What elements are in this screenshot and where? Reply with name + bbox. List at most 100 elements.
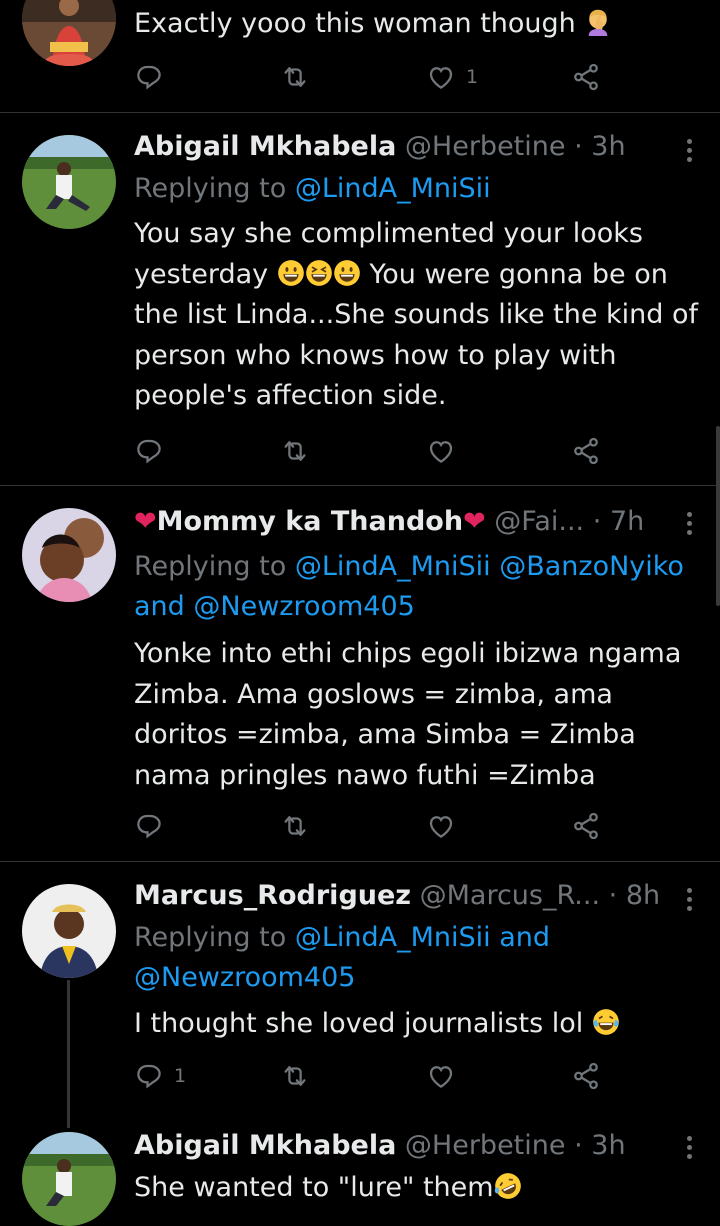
- reply-icon: [134, 436, 164, 466]
- laughing-emoji-icon: [305, 259, 333, 287]
- and-label: and: [499, 922, 551, 953]
- more-icon: [686, 139, 692, 144]
- tweet-text: She wanted to "lure" them: [134, 1172, 494, 1203]
- like-icon: [426, 436, 456, 466]
- more-options-button[interactable]: [684, 139, 694, 166]
- grinning-emoji-icon: [333, 259, 361, 287]
- grinning-emoji-icon: [277, 259, 305, 287]
- like-button[interactable]: [426, 433, 456, 469]
- retweet-icon: [280, 62, 310, 92]
- like-button[interactable]: [426, 808, 456, 844]
- tweet-1[interactable]: Abigail Mkhabela @Herbetine · 3h Replyin…: [0, 113, 720, 485]
- share-icon: [571, 436, 601, 466]
- share-button[interactable]: [571, 1058, 601, 1094]
- mention-link[interactable]: @Newzroom405: [193, 591, 414, 622]
- avatar[interactable]: [22, 135, 116, 229]
- avatar[interactable]: [22, 0, 116, 66]
- share-icon: [571, 1061, 601, 1091]
- display-name[interactable]: Abigail Mkhabela: [134, 1130, 396, 1161]
- avatar-image: [22, 1132, 116, 1226]
- replying-to-label: Replying to: [134, 922, 287, 953]
- facepalm-emoji-icon: [584, 8, 612, 36]
- heart-emoji-icon: ❤: [463, 506, 486, 537]
- retweet-button[interactable]: [280, 808, 310, 844]
- retweet-icon: [280, 436, 310, 466]
- user-handle[interactable]: @Herbetine: [405, 131, 566, 162]
- reply-button[interactable]: [134, 59, 174, 95]
- more-options-button[interactable]: [684, 512, 694, 539]
- display-name[interactable]: Abigail Mkhabela: [134, 131, 396, 162]
- avatar[interactable]: [22, 1132, 116, 1226]
- like-button[interactable]: 1: [426, 59, 478, 95]
- separator-dot: ·: [574, 131, 583, 162]
- display-name[interactable]: Marcus_Rodriguez: [134, 880, 411, 911]
- tweet-actions: [134, 433, 614, 469]
- timestamp[interactable]: 8h: [626, 880, 660, 911]
- heart-emoji-icon: ❤: [134, 506, 157, 537]
- avatar-image: [22, 0, 116, 66]
- replying-to: Replying to @LindA_MniSii @BanzoNyiko an…: [134, 547, 700, 627]
- thread-connector-line: [67, 980, 70, 1128]
- replying-to: Replying to @LindA_MniSii: [134, 169, 700, 209]
- and-label: and: [134, 591, 185, 622]
- mention-link[interactable]: @Newzroom405: [134, 962, 355, 993]
- user-handle[interactable]: @Marcus_R...: [420, 880, 600, 911]
- reply-icon: [134, 1061, 164, 1091]
- timestamp[interactable]: 3h: [591, 131, 625, 162]
- avatar-image: [22, 884, 116, 978]
- like-icon: [426, 811, 456, 841]
- like-button[interactable]: [426, 1058, 456, 1094]
- avatar[interactable]: [22, 508, 116, 602]
- display-name[interactable]: Mommy ka Thandoh: [157, 506, 463, 537]
- user-handle[interactable]: @Herbetine: [405, 1130, 566, 1161]
- retweet-button[interactable]: [280, 1058, 310, 1094]
- reply-button[interactable]: [134, 808, 164, 844]
- tweet-text: I thought she loved journalists lol: [134, 1008, 584, 1039]
- reply-count: 1: [174, 1065, 187, 1087]
- tweet-2[interactable]: ❤Mommy ka Thandoh❤ @Fai... · 7h Replying…: [0, 486, 720, 861]
- avatar[interactable]: [22, 884, 116, 978]
- user-handle[interactable]: @Fai...: [494, 506, 584, 537]
- share-button[interactable]: [571, 59, 601, 95]
- replying-to: Replying to @LindA_MniSii and @Newzroom4…: [134, 918, 700, 998]
- reply-button[interactable]: 1: [134, 1058, 186, 1094]
- separator-dot: ·: [592, 506, 602, 537]
- more-options-button[interactable]: [684, 1136, 694, 1163]
- mention-link[interactable]: @LindA_MniSii @BanzoNyiko: [295, 551, 684, 582]
- mention-link[interactable]: @LindA_MniSii: [295, 173, 491, 204]
- joy-emoji-icon: [592, 1008, 620, 1036]
- more-icon: [686, 512, 692, 517]
- tweet-4[interactable]: Abigail Mkhabela @Herbetine · 3h She wan…: [0, 1116, 720, 1226]
- avatar-image: [22, 508, 116, 602]
- retweet-icon: [280, 1061, 310, 1091]
- timestamp[interactable]: 7h: [610, 506, 644, 537]
- mention-link[interactable]: @LindA_MniSii: [295, 922, 491, 953]
- scrollbar[interactable]: [716, 426, 720, 606]
- like-icon: [426, 1061, 456, 1091]
- separator-dot: ·: [608, 880, 618, 911]
- tweet-actions: [134, 808, 614, 844]
- separator-dot: ·: [574, 1130, 583, 1161]
- share-button[interactable]: [571, 808, 601, 844]
- reply-icon: [134, 811, 164, 841]
- share-icon: [571, 62, 601, 92]
- more-icon: [686, 1136, 692, 1141]
- timestamp[interactable]: 3h: [591, 1130, 625, 1161]
- tweet-actions: 1: [134, 59, 614, 95]
- rofl-emoji-icon: [494, 1172, 522, 1200]
- share-icon: [571, 811, 601, 841]
- replying-to-label: Replying to: [134, 551, 287, 582]
- replying-to-label: Replying to: [134, 173, 287, 204]
- more-options-button[interactable]: [684, 888, 694, 915]
- tweet-3[interactable]: Marcus_Rodriguez @Marcus_R... · 8h Reply…: [0, 862, 720, 1122]
- tweet-actions: 1: [134, 1058, 614, 1094]
- retweet-button[interactable]: [280, 59, 310, 95]
- tweet-0[interactable]: Exactly yooo this woman though 1: [0, 0, 720, 112]
- retweet-button[interactable]: [280, 433, 310, 469]
- reply-icon: [134, 62, 164, 92]
- reply-button[interactable]: [134, 433, 164, 469]
- retweet-icon: [280, 811, 310, 841]
- more-icon: [686, 888, 692, 893]
- like-icon: [426, 62, 456, 92]
- share-button[interactable]: [571, 433, 601, 469]
